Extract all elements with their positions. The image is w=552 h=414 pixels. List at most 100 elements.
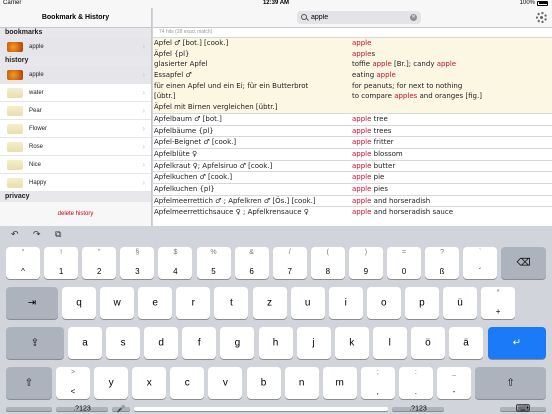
key-r[interactable]: r bbox=[176, 287, 211, 319]
space-key[interactable] bbox=[134, 407, 388, 411]
key-´[interactable]: ` ´ bbox=[463, 247, 498, 279]
key-u[interactable]: u bbox=[290, 287, 325, 319]
key-3[interactable]: § 3 bbox=[120, 247, 155, 279]
key-m[interactable]: m bbox=[322, 367, 357, 399]
key-k[interactable]: k bbox=[334, 327, 369, 359]
list-item[interactable]: Nice › bbox=[0, 156, 151, 174]
key-p[interactable]: p bbox=[404, 287, 439, 319]
key-9[interactable]: ) 9 bbox=[348, 247, 383, 279]
undo-icon[interactable]: ↶ bbox=[11, 229, 19, 240]
key-ü[interactable]: ü bbox=[443, 287, 477, 319]
key-ß[interactable]: ? ß bbox=[425, 247, 460, 279]
key-primary-label: . bbox=[414, 387, 417, 396]
key-punct-2[interactable]: _ - bbox=[437, 367, 471, 399]
list-item[interactable]: water › bbox=[0, 84, 151, 102]
result-row[interactable]: Apfelbaum ♂ [bot.] apple tree bbox=[153, 112, 552, 125]
key-6[interactable]: & 6 bbox=[234, 247, 269, 279]
key-label: c bbox=[184, 377, 190, 389]
key-label: n bbox=[298, 377, 305, 389]
key-f[interactable]: f bbox=[182, 327, 217, 359]
tab-key[interactable]: ⇥ bbox=[6, 287, 58, 319]
key-plus[interactable]: * + bbox=[481, 287, 516, 319]
key-ö[interactable]: ö bbox=[410, 327, 445, 359]
key-x[interactable]: x bbox=[132, 367, 167, 399]
result-row[interactable]: Apfelmeerrettichsauce ♀ ; Apfelkrensauce… bbox=[153, 206, 552, 218]
key-ä[interactable]: ä bbox=[449, 327, 483, 359]
list-item-label: Flower bbox=[29, 125, 48, 132]
key-t[interactable]: t bbox=[214, 287, 249, 319]
key-2[interactable]: " 2 bbox=[82, 247, 117, 279]
key-q[interactable]: q bbox=[62, 287, 96, 319]
key-l[interactable]: l bbox=[372, 327, 407, 359]
clear-search-icon[interactable]: ✕ bbox=[410, 14, 417, 21]
key-label: z bbox=[267, 297, 272, 309]
thumbnail-image bbox=[7, 87, 23, 98]
key-w[interactable]: w bbox=[100, 287, 135, 319]
key-punct-0[interactable]: ;, bbox=[360, 367, 395, 399]
caps-lock-key[interactable]: ⇪ bbox=[6, 327, 64, 359]
microphone-key[interactable]: 🎤 bbox=[112, 406, 130, 413]
key-7[interactable]: /7 bbox=[272, 247, 307, 279]
gear-icon[interactable] bbox=[536, 12, 547, 23]
key-g[interactable]: g bbox=[220, 327, 255, 359]
key-c[interactable]: c bbox=[170, 367, 205, 399]
key-1[interactable]: ! 1 bbox=[44, 247, 79, 279]
list-item[interactable]: Happy › bbox=[0, 174, 151, 192]
numbers-key-right[interactable]: .?123 bbox=[392, 406, 444, 413]
key-h[interactable]: h bbox=[258, 327, 293, 359]
battery-icon bbox=[537, 0, 548, 6]
result-row[interactable]: Apfelkraut ♀; Apfelsiruo ♂ [cook.] apple … bbox=[153, 159, 552, 172]
list-item[interactable]: Flower › bbox=[0, 120, 151, 138]
key-y[interactable]: y bbox=[94, 367, 129, 399]
key-v[interactable]: v bbox=[208, 367, 243, 399]
list-item[interactable]: apple › bbox=[0, 66, 151, 84]
key-punct-1[interactable]: :. bbox=[398, 367, 433, 399]
delete-history-button[interactable]: delete history bbox=[0, 211, 151, 217]
key-primary-label: - bbox=[452, 387, 456, 396]
key-4[interactable]: $4 bbox=[158, 247, 193, 279]
globe-key[interactable] bbox=[6, 407, 52, 411]
key-secondary-label: § bbox=[135, 249, 140, 256]
key-^[interactable]: ° ^ bbox=[6, 247, 40, 279]
key-o[interactable]: o bbox=[366, 287, 401, 319]
paste-icon[interactable]: ⧉ bbox=[55, 229, 61, 240]
result-row[interactable]: Apfelkuchen ♂ [cook.] apple pie bbox=[153, 171, 552, 183]
search-field[interactable]: ✕ bbox=[297, 11, 421, 24]
redo-icon[interactable]: ↷ bbox=[33, 229, 41, 240]
sidebar-title: Bookmark & History bbox=[0, 8, 151, 28]
key-8[interactable]: (8 bbox=[310, 247, 345, 279]
key-s[interactable]: s bbox=[106, 327, 141, 359]
shift-left-key[interactable]: ⇧ bbox=[6, 367, 52, 399]
hide-keyboard-key[interactable]: ⌨ bbox=[500, 404, 546, 414]
thumbnail-image bbox=[7, 123, 23, 134]
key-e[interactable]: e bbox=[138, 287, 173, 319]
result-row[interactable]: Apfelbäume {pl} apple trees bbox=[153, 124, 552, 137]
search-input[interactable] bbox=[311, 14, 403, 21]
list-item[interactable]: Rose › bbox=[0, 138, 151, 156]
result-row[interactable]: Apfel-Beignet ♂ [cook.] apple fritter bbox=[153, 136, 552, 148]
key-j[interactable]: j bbox=[296, 327, 331, 359]
key-n[interactable]: n bbox=[284, 367, 319, 399]
key-a[interactable]: a bbox=[68, 327, 102, 359]
result-row[interactable]: Apfelkuchen {pl} apple pies bbox=[153, 182, 552, 195]
key-z[interactable]: z bbox=[252, 287, 287, 319]
sidebar: Bookmark & History bookmarks apple › hist… bbox=[0, 8, 152, 226]
key-angle[interactable]: > < bbox=[56, 367, 90, 399]
german-term: Äpfel {pl} bbox=[154, 49, 190, 58]
numbers-key-left[interactable]: .?123 bbox=[56, 406, 108, 413]
german-column: Apfelkraut ♀; Apfelsiruo ♂ [cook.] bbox=[153, 161, 352, 172]
delete-key[interactable]: ⌫ bbox=[501, 247, 546, 279]
result-row[interactable]: Apfelmeerrettich ♂ ; Apfelkren ♂ [Ös.] [… bbox=[153, 194, 552, 207]
shift-right-key[interactable]: ⇧ bbox=[475, 367, 546, 399]
key-5[interactable]: % 5 bbox=[196, 247, 231, 279]
return-key[interactable]: ↵ bbox=[488, 327, 546, 359]
key-i[interactable]: i bbox=[328, 287, 363, 319]
list-item[interactable]: Pear › bbox=[0, 102, 151, 120]
key-d[interactable]: d bbox=[144, 327, 179, 359]
result-row[interactable]: Apfel ♂ [bot.] [cook.] Äpfel {pl} glasiert… bbox=[153, 37, 552, 113]
key-0[interactable]: = 0 bbox=[387, 247, 421, 279]
key-b[interactable]: b bbox=[246, 367, 281, 399]
german-column: Apfelbaum ♂ [bot.] bbox=[153, 114, 352, 125]
result-row[interactable]: Apfelblüte ♀ apple blossom bbox=[153, 147, 552, 160]
list-item[interactable]: apple › bbox=[0, 38, 151, 56]
